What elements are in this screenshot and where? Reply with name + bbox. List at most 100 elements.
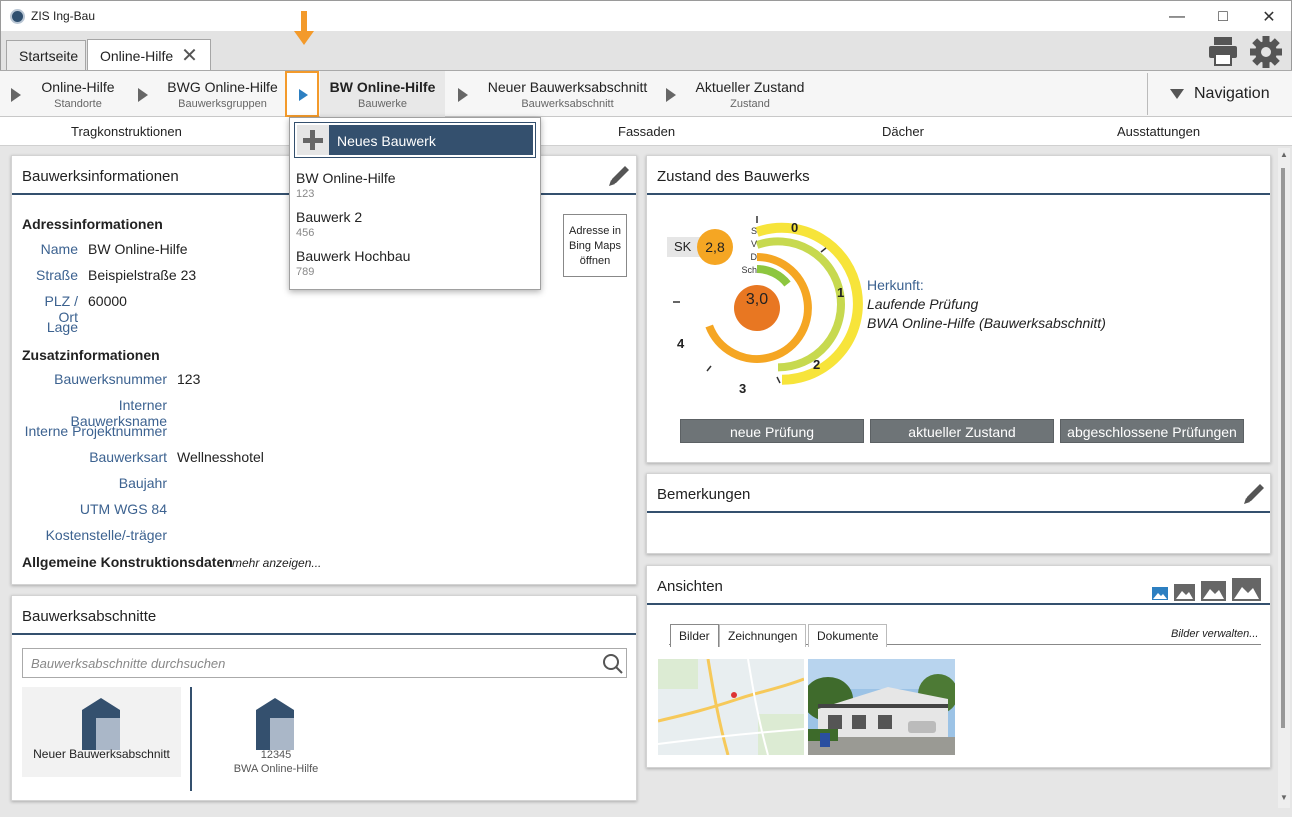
origin-label: Herkunft: [867,277,924,293]
breadcrumb-subtitle: Bauwerke [358,97,407,110]
new-building-label: Neues Bauwerk [337,133,436,149]
breadcrumb-title: Neuer Bauwerksabschnitt [487,78,648,95]
dropdown-item-name: BW Online-Hilfe [296,170,396,186]
breadcrumb-title: Online-Hilfe [41,78,115,95]
image-xlarge-icon[interactable] [1231,577,1262,602]
image-small-icon[interactable] [1151,586,1169,601]
building-photo-thumbnail[interactable] [808,659,955,755]
breadcrumb-bauwerksgruppen[interactable]: BWG Online-Hilfe Bauwerksgruppen [155,71,290,117]
category-label-v: V [750,239,757,249]
search-icon[interactable] [602,653,624,675]
street-value: Beispielstraße 23 [88,267,197,283]
chevron-right-icon[interactable] [11,88,21,102]
scrollbar-thumb[interactable] [1281,168,1285,728]
dropdown-item[interactable]: BW Online-Hilfe 123 [296,170,396,200]
cost-center-label: Kostenstelle/-träger [45,527,167,543]
image-medium-icon[interactable] [1173,583,1196,602]
subnav-daecher[interactable]: Dächer [882,124,924,139]
origin-line-1: Laufende Prüfung [867,296,979,312]
building-section-icon [82,698,120,750]
close-window-button[interactable]: ✕ [1246,1,1292,32]
bing-maps-button[interactable]: Adresse in Bing Maps öffnen [563,214,627,277]
breadcrumb-zustand[interactable]: Aktueller Zustand Zustand [685,71,815,117]
location-label: Lage [46,319,78,335]
breadcrumb-title: BWG Online-Hilfe [167,78,278,95]
tab-bilder[interactable]: Bilder [670,624,719,647]
dropdown-item-name: Bauwerk 2 [296,209,363,225]
subnav-ausstattungen[interactable]: Ausstattungen [1117,124,1200,139]
edit-pencil-icon[interactable] [606,163,632,189]
breadcrumb-bauwerksabschnitt[interactable]: Neuer Bauwerksabschnitt Bauwerksabschnit… [475,71,660,117]
bauwerke-dropdown-toggle[interactable] [285,71,319,117]
close-tab-icon[interactable]: ✕ [181,43,198,68]
current-condition-button[interactable]: aktueller Zustand [870,419,1054,443]
dropdown-item-number: 789 [296,266,315,278]
new-inspection-button[interactable]: neue Prüfung [680,419,864,443]
name-value: BW Online-Hilfe [88,241,188,257]
dropdown-item[interactable]: Bauwerk Hochbau 789 [296,248,410,278]
scroll-down-icon[interactable]: ▼ [1280,793,1288,802]
scroll-up-icon[interactable]: ▲ [1280,150,1288,159]
breadcrumb-subtitle: Standorte [54,97,102,110]
new-section-tile[interactable]: Neuer Bauwerksabschnitt [22,687,181,777]
caret-down-icon [1170,89,1184,99]
manage-images-link[interactable]: Bilder verwalten... [1171,628,1258,640]
breadcrumb-standorte[interactable]: Online-Hilfe Standorte [28,71,128,117]
show-more-link[interactable]: mehr anzeigen... [232,556,321,570]
build-year-label: Baujahr [118,475,167,491]
tab-dokumente[interactable]: Dokumente [808,624,888,647]
image-large-icon[interactable] [1200,580,1227,602]
scale-label-1: 1 [837,285,845,300]
subnav-tragkonstruktionen[interactable]: Tragkonstruktionen [71,124,182,139]
chevron-right-icon[interactable] [458,88,468,102]
panel-title: Bemerkungen [647,474,1270,513]
chevron-right-icon[interactable] [138,88,148,102]
tick-mark [776,376,781,384]
name-label: Name [40,241,78,257]
breadcrumb-title: BW Online-Hilfe [329,78,436,95]
origin-line-2: BWA Online-Hilfe (Bauwerksabschnitt) [867,315,1106,331]
breadcrumb-bauwerke[interactable]: BW Online-Hilfe Bauwerke [320,71,445,117]
divider [1147,73,1148,115]
extra-info-heading: Zusatzinformationen [22,347,160,363]
map-thumbnail[interactable] [658,659,804,755]
minimize-button[interactable]: — [1154,1,1200,32]
tab-startseite[interactable]: Startseite [6,40,86,70]
plus-icon [297,125,329,155]
views-panel: Ansichten Bilder Zeichnungen Dokumente B… [646,565,1271,768]
building-number-label: Bauwerksnummer [54,371,167,387]
tile-number: 12345 [260,749,292,761]
title-bar: ZIS Ing-Bau — □ ✕ [0,0,1292,31]
edit-pencil-icon[interactable] [1241,481,1267,507]
play-icon [299,89,308,101]
divider [190,687,192,791]
category-label-d: D [750,252,758,262]
scale-label-2: 2 [813,357,821,372]
completed-inspections-button[interactable]: abgeschlossene Prüfungen [1060,419,1244,443]
printer-icon[interactable] [1207,36,1239,66]
tab-online-hilfe[interactable]: Online-Hilfe ✕ [87,39,211,71]
new-building-button[interactable]: Neues Bauwerk [294,122,536,158]
maximize-button[interactable]: □ [1200,1,1246,32]
sub-navigation: Tragkonstruktionen Fassaden Dächer Ausst… [0,117,1292,146]
tab-zeichnungen[interactable]: Zeichnungen [719,624,807,647]
navigation-button[interactable]: Navigation [1158,71,1286,117]
building-section-icon [256,698,294,750]
chevron-right-icon[interactable] [666,88,676,102]
dropdown-item-name: Bauwerk Hochbau [296,248,411,264]
bauwerke-dropdown: Neues Bauwerk BW Online-Hilfe 123 Bauwer… [289,117,541,290]
scrollbar[interactable]: ▲ ▼ [1278,148,1290,808]
sk-value: 2,8 [697,229,733,265]
utm-label: UTM WGS 84 [79,501,167,517]
condition-panel: Zustand des Bauwerks SK 2,8 3,0 S V D Sc… [646,155,1271,463]
building-number-value: 123 [177,371,201,387]
tile-label: Neuer Bauwerksabschnitt [33,747,170,761]
subnav-fassaden[interactable]: Fassaden [618,124,675,139]
dropdown-item[interactable]: Bauwerk 2 456 [296,209,362,239]
section-tile-bwa[interactable]: 12345 BWA Online-Hilfe [206,687,346,787]
zip-value: 60000 [88,293,127,309]
sections-search-input[interactable]: Bauwerksabschnitte durchsuchen [22,648,627,678]
search-placeholder: Bauwerksabschnitte durchsuchen [31,656,226,671]
category-label-s: S [750,226,757,236]
gear-icon[interactable] [1249,35,1283,69]
